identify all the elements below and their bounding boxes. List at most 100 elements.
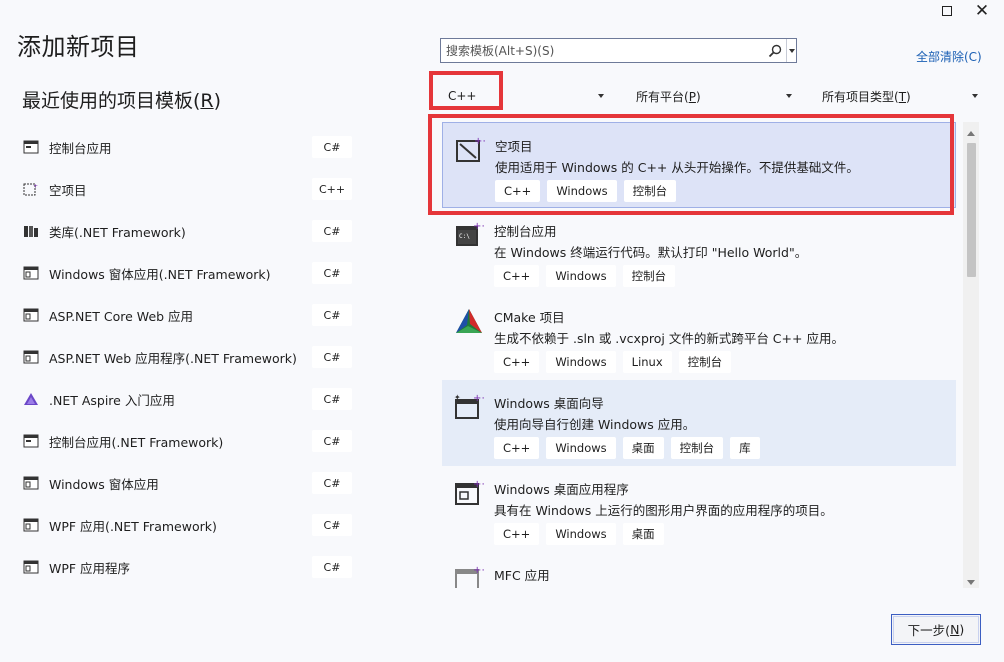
svg-text:+: + — [33, 183, 38, 190]
aspnet-core-icon — [22, 306, 40, 324]
language-badge: C# — [312, 388, 352, 410]
template-item[interactable]: ++ Windows 桌面应用程序具有在 Windows 上运行的图形用户界面的应… — [442, 466, 956, 552]
template-tag: 桌面 — [622, 437, 664, 459]
template-tag: C++ — [494, 437, 540, 459]
template-item[interactable]: CMake 项目 生成不依赖于 .sln 或 .vcxproj 文件的新式跨平台 … — [442, 294, 956, 380]
recent-template-item[interactable]: ASP.NET Web 应用程序(.NET Framework) C# — [22, 343, 352, 371]
template-tag: 控制台 — [670, 437, 724, 459]
close-button[interactable]: ✕ — [967, 0, 997, 22]
recent-template-label: 控制台应用(.NET Framework) — [49, 434, 224, 450]
template-tag: 控制台 — [678, 351, 732, 373]
template-tag: C++ — [494, 265, 540, 287]
platform-filter[interactable]: 所有平台(P) — [628, 82, 798, 110]
recent-template-label: ASP.NET Web 应用程序(.NET Framework) — [49, 350, 297, 366]
svg-text:✦: ✦ — [454, 393, 461, 402]
template-item[interactable]: C:\++ 控制台应用在 Windows 终端运行代码。默认打印 "Hello W… — [442, 208, 956, 294]
aspire-icon — [22, 390, 40, 408]
next-button[interactable]: 下一步(N) — [891, 614, 981, 645]
template-title: MFC 应用 — [494, 568, 550, 583]
recent-template-label: .NET Aspire 入门应用 — [49, 392, 175, 408]
maximize-icon — [942, 6, 952, 16]
scroll-down-button[interactable] — [963, 575, 979, 589]
scroll-up-button[interactable] — [963, 126, 979, 140]
cmake-icon — [454, 306, 484, 336]
template-tag: Windows — [546, 265, 616, 287]
scrollbar-thumb[interactable] — [967, 143, 976, 277]
desktop-app-icon: ++ — [454, 478, 490, 508]
template-tag: Windows — [546, 351, 616, 373]
recent-template-item[interactable]: Windows 窗体应用(.NET Framework) C# — [22, 259, 352, 287]
class-library-icon — [22, 222, 40, 240]
template-description: 在 Windows 终端运行代码。默认打印 "Hello World"。 — [494, 245, 808, 260]
recent-title-key: R — [200, 90, 214, 112]
recent-template-label: ASP.NET Core Web 应用 — [49, 308, 194, 324]
recent-template-item[interactable]: + 空项目 C++ — [22, 175, 352, 203]
language-badge: C# — [312, 304, 352, 326]
clear-all-link[interactable]: 全部清除(C) — [916, 48, 982, 65]
chevron-up-icon — [967, 130, 975, 136]
recent-template-item[interactable]: WPF 应用程序 C# — [22, 553, 352, 581]
wpf-app-icon — [22, 558, 40, 576]
recent-template-label: 控制台应用 — [49, 140, 112, 156]
recent-template-item[interactable]: 控制台应用(.NET Framework) C# — [22, 427, 352, 455]
template-description: 使用向导自行创建 Windows 应用。 — [494, 417, 696, 432]
svg-text:++: ++ — [473, 479, 484, 490]
recent-template-item[interactable]: WPF 应用(.NET Framework) C# — [22, 511, 352, 539]
template-title: Windows 桌面向导 — [494, 396, 604, 411]
wpf-framework-icon — [22, 516, 40, 534]
recent-template-item[interactable]: 类库(.NET Framework) C# — [22, 217, 352, 245]
search-input[interactable] — [441, 39, 764, 62]
empty-project-icon: + — [22, 180, 40, 198]
template-tags: C++ Windows 控制台 — [494, 265, 676, 287]
chevron-down-icon — [967, 579, 975, 585]
template-tag: Windows — [546, 523, 616, 545]
recent-template-label: 空项目 — [49, 182, 87, 198]
highlight-box-selected-template — [428, 114, 954, 215]
chevron-down-icon — [972, 94, 978, 98]
recent-template-label: Windows 窗体应用 — [49, 476, 159, 492]
console-app-framework-icon — [22, 432, 40, 450]
search-box[interactable] — [440, 38, 797, 63]
recent-title-text: 最近使用的项目模板( — [22, 90, 201, 112]
language-badge: C# — [312, 556, 352, 578]
template-tags: C++ Windows Linux 控制台 — [494, 351, 732, 373]
platform-filter-value: 所有平台(P) — [636, 89, 701, 104]
template-title: 控制台应用 — [494, 224, 557, 239]
desktop-wizard-icon: ✦ ++ — [454, 392, 490, 422]
template-item[interactable]: ++ MFC 应用 — [442, 552, 956, 588]
console-app-icon — [22, 138, 40, 156]
language-badge: C# — [312, 262, 352, 284]
recent-template-item[interactable]: 控制台应用 C# — [22, 133, 352, 161]
language-badge: C# — [312, 472, 352, 494]
language-badge: C# — [312, 220, 352, 242]
template-item[interactable]: ✦ ++ Windows 桌面向导使用向导自行创建 Windows 应用。 C++ Wi… — [442, 380, 956, 466]
template-title: CMake 项目 — [494, 310, 565, 325]
chevron-down-icon — [788, 48, 795, 53]
page-title: 添加新项目 — [17, 33, 140, 61]
template-tag: 桌面 — [622, 523, 664, 545]
recent-template-label: 类库(.NET Framework) — [49, 224, 186, 240]
search-icon[interactable] — [764, 39, 786, 62]
maximize-button[interactable] — [932, 0, 962, 22]
template-tag: Linux — [622, 351, 672, 373]
recent-template-item[interactable]: Windows 窗体应用 C# — [22, 469, 352, 497]
svg-text:++: ++ — [473, 393, 484, 404]
template-tag: Windows — [546, 437, 616, 459]
recent-template-item[interactable]: ASP.NET Core Web 应用 C# — [22, 301, 352, 329]
recent-template-label: WPF 应用程序 — [49, 560, 131, 576]
console-app-icon: C:\++ — [454, 220, 490, 250]
project-type-filter-value: 所有项目类型(T) — [822, 89, 911, 104]
template-tags: C++ Windows 桌面 — [494, 523, 664, 545]
recent-title-suffix: ) — [213, 90, 222, 112]
language-badge: C# — [312, 136, 352, 158]
mfc-app-icon: ++ — [454, 564, 490, 588]
search-options-dropdown[interactable] — [786, 39, 796, 62]
windows-forms-icon — [22, 264, 40, 282]
svg-text:C:\: C:\ — [459, 233, 470, 240]
project-type-filter[interactable]: 所有项目类型(T) — [814, 82, 984, 110]
language-badge: C# — [312, 514, 352, 536]
chevron-down-icon — [598, 94, 604, 98]
language-badge: C# — [312, 430, 352, 452]
aspnet-web-icon — [22, 348, 40, 366]
recent-template-item[interactable]: .NET Aspire 入门应用 C# — [22, 385, 352, 413]
